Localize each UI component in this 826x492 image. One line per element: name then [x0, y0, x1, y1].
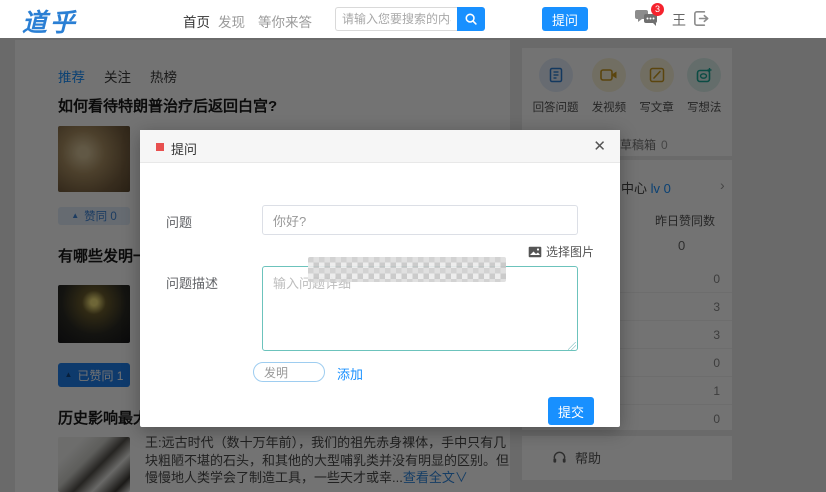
search-icon [464, 12, 478, 26]
nav-waiting-answer[interactable]: 等你来答 [258, 11, 312, 31]
question-title-input[interactable] [262, 205, 578, 235]
description-label: 问题描述 [166, 276, 219, 291]
site-logo[interactable]: 道乎 [22, 3, 78, 39]
top-header: 道乎 首页 发现 等你来答 提问 3 [0, 0, 826, 38]
username[interactable]: 王 [672, 10, 686, 30]
question-description-textarea[interactable] [262, 266, 578, 351]
app-window: 道乎 首页 发现 等你来答 提问 3 [0, 0, 826, 492]
question-label: 问题 [166, 215, 193, 230]
close-icon[interactable]: ✕ [593, 137, 606, 155]
modal-header: 提问 ✕ [140, 130, 620, 163]
tag-input[interactable] [253, 362, 325, 382]
picture-icon [528, 246, 542, 258]
search-input[interactable] [335, 7, 457, 31]
notification-badge: 3 [651, 3, 664, 16]
submit-button[interactable]: 提交 [548, 397, 594, 425]
modal-body: 问题 选择图片 问题描述 添加 提交 [140, 163, 620, 427]
nav-home[interactable]: 首页 [183, 11, 210, 31]
nav-discover[interactable]: 发现 [218, 11, 245, 31]
search-button[interactable] [457, 7, 485, 31]
search-box [335, 7, 485, 31]
choose-image-label: 选择图片 [546, 245, 595, 259]
choose-image-button[interactable]: 选择图片 [528, 243, 594, 260]
logout-icon[interactable] [692, 9, 711, 28]
ask-question-button[interactable]: 提问 [542, 7, 588, 31]
modal-title: 提问 [171, 142, 198, 157]
ask-question-modal: 提问 ✕ 问题 选择图片 问题描述 添加 提交 [140, 130, 620, 427]
red-square-bullet-icon [156, 143, 164, 151]
add-tag-link[interactable]: 添加 [337, 364, 363, 383]
